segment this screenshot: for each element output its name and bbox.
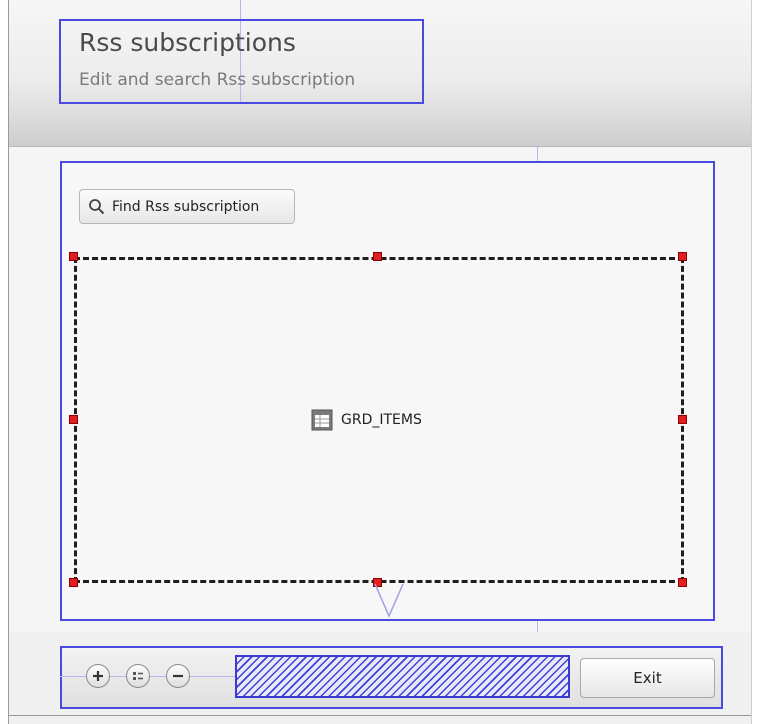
details-button[interactable] [126,664,150,688]
designer-canvas: Rss subscriptions Edit and search Rss su… [0,0,758,724]
exit-button[interactable]: Exit [580,658,715,698]
search-icon [88,198,106,216]
remove-button[interactable] [166,664,190,688]
resize-handle-middle-right[interactable] [678,415,687,424]
page-title: Rss subscriptions [79,28,296,57]
spacer-placeholder[interactable] [235,655,570,698]
grid-name-label: GRD_ITEMS [341,412,422,428]
resize-handle-top-center[interactable] [373,252,382,261]
window-bottom-border [9,715,751,716]
minus-icon [173,674,183,678]
find-button-label: Find Rss subscription [112,198,260,215]
grid-icon [311,409,333,431]
plus-icon [93,671,103,681]
details-icon [133,672,143,680]
resize-handle-top-right[interactable] [678,252,687,261]
add-button[interactable] [86,664,110,688]
page-subtitle: Edit and search Rss subscription [79,70,356,90]
guide-arrow-icon [374,583,404,618]
grid-label: GRD_ITEMS [311,409,422,431]
resize-handle-bottom-right[interactable] [678,578,687,587]
resize-handle-middle-left[interactable] [69,415,78,424]
resize-handle-top-left[interactable] [69,252,78,261]
resize-handle-bottom-left[interactable] [69,578,78,587]
find-rss-subscription-button[interactable]: Find Rss subscription [79,189,295,224]
